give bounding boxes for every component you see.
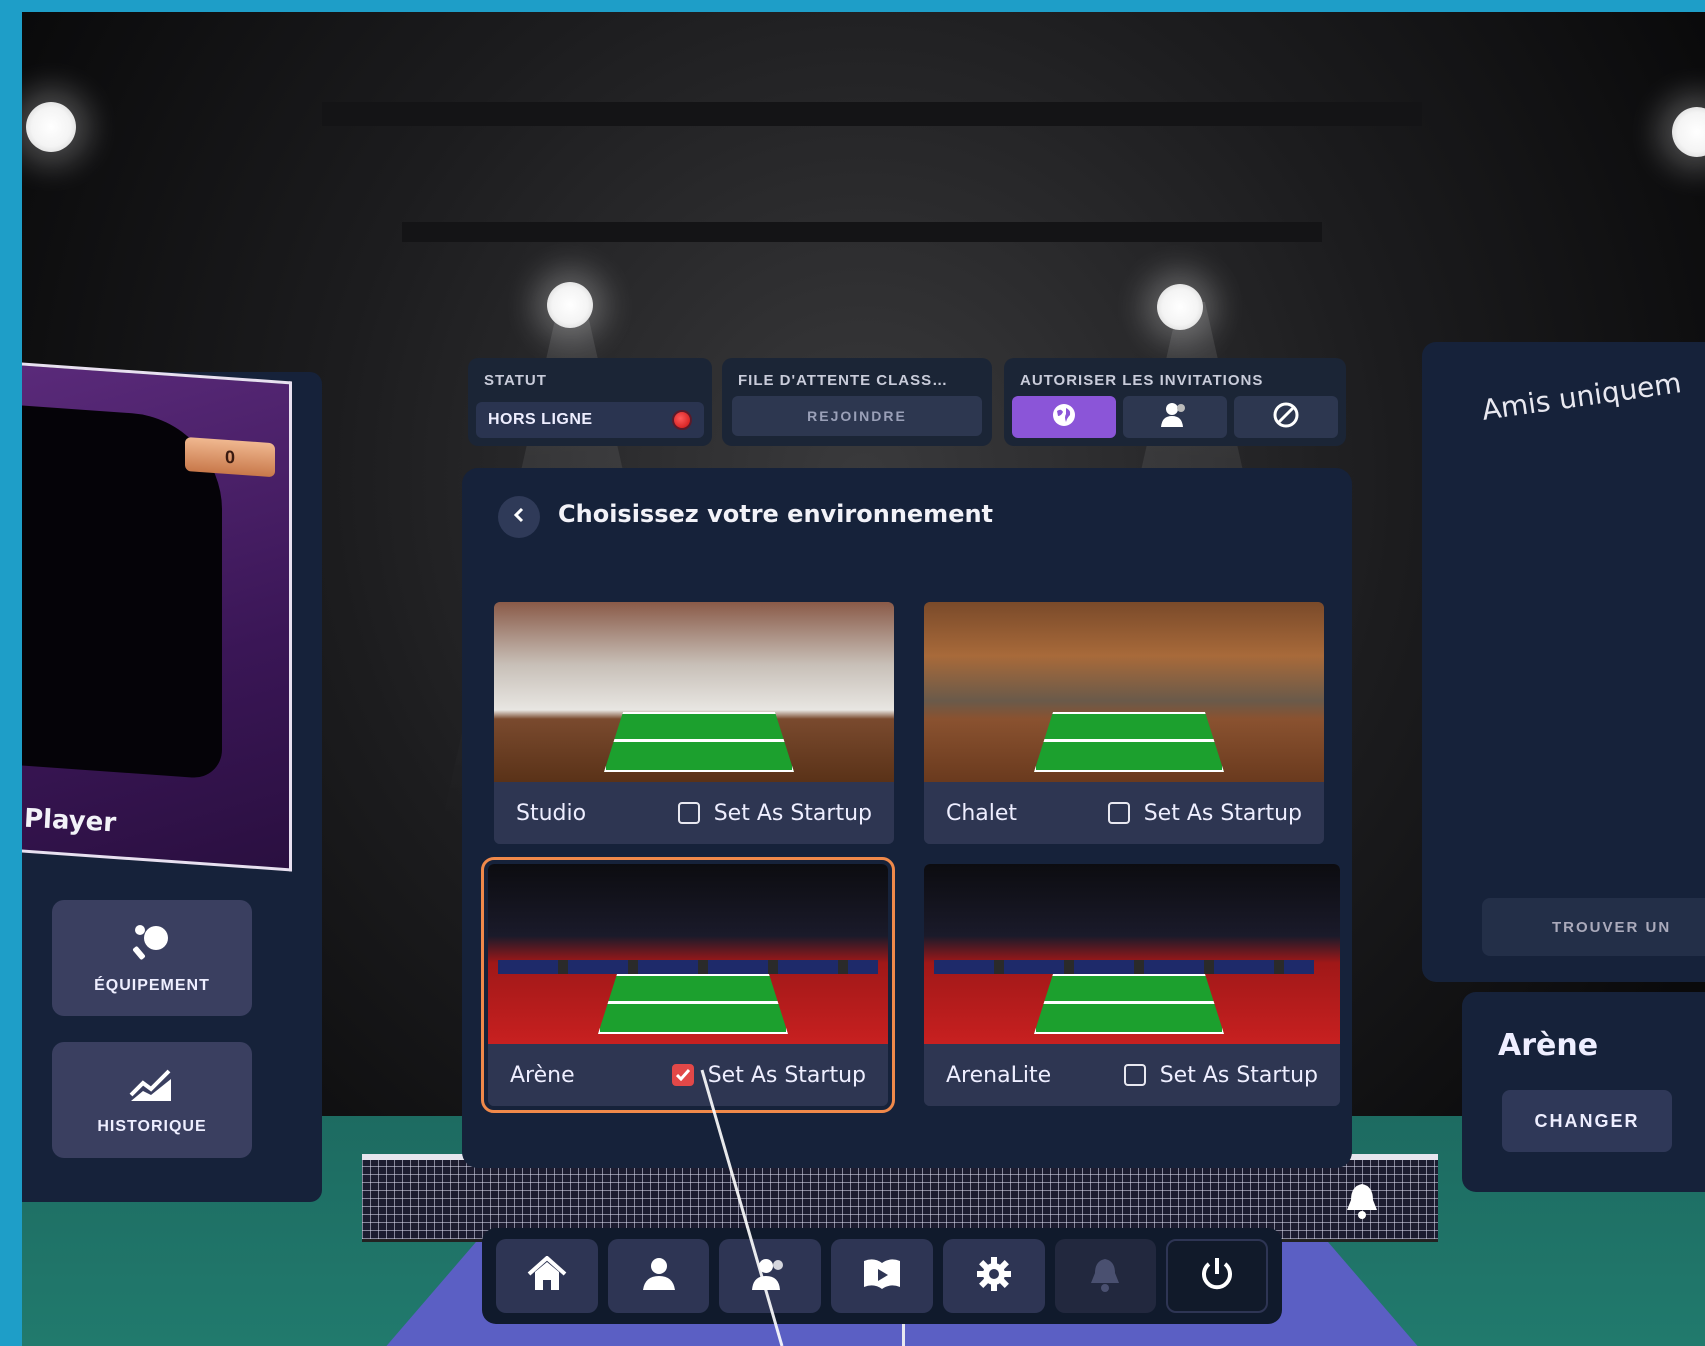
join-queue-button[interactable]: REJOINDRE	[732, 396, 982, 436]
nav-power-button[interactable]	[1166, 1239, 1268, 1313]
spotlight	[547, 282, 593, 328]
equipment-label: ÉQUIPEMENT	[94, 976, 210, 994]
back-button[interactable]	[498, 496, 540, 538]
equipment-button[interactable]: ÉQUIPEMENT	[52, 900, 252, 1016]
set-startup-label: Set As Startup	[707, 1062, 866, 1088]
current-environment-panel: Arène CHANGER	[1462, 992, 1705, 1192]
environment-name: Chalet	[946, 800, 1018, 826]
status-header: STATUT	[484, 372, 547, 389]
invite-everyone-button[interactable]	[1012, 396, 1116, 438]
status-value: HORS LIGNE	[488, 411, 593, 428]
history-button[interactable]: HISTORIQUE	[52, 1042, 252, 1158]
environment-card-arene[interactable]: Arène Set As Startup	[481, 857, 895, 1113]
environment-name: Studio	[516, 800, 587, 826]
ceiling-truss	[322, 102, 1422, 126]
profile-icon	[639, 1256, 679, 1297]
invite-nobody-button[interactable]	[1234, 396, 1338, 438]
chalet-thumbnail	[924, 602, 1324, 782]
invite-header: AUTORISER LES INVITATIONS	[1020, 372, 1264, 389]
ceiling-truss	[402, 222, 1322, 242]
power-icon	[1198, 1255, 1236, 1298]
environment-card-arenalite[interactable]: ArenaLite Set As Startup	[924, 864, 1340, 1106]
studio-thumbnail	[494, 602, 894, 782]
chart-icon	[129, 1065, 175, 1108]
set-startup-toggle[interactable]: Set As Startup	[1123, 1062, 1318, 1088]
environment-card-chalet[interactable]: Chalet Set As Startup	[924, 602, 1324, 844]
nav-friends-button[interactable]	[719, 1239, 822, 1313]
checkbox-icon[interactable]	[1107, 802, 1130, 824]
invite-friends-button[interactable]	[1123, 396, 1227, 438]
history-label: HISTORIQUE	[97, 1117, 207, 1135]
paddle-icon	[130, 922, 174, 967]
settings-icon	[975, 1255, 1013, 1298]
set-startup-label: Set As Startup	[1159, 1062, 1318, 1088]
player-rank-badge: 0	[185, 436, 275, 478]
nav-profile-button[interactable]	[607, 1239, 710, 1313]
change-environment-button[interactable]: CHANGER	[1502, 1090, 1672, 1152]
blocked-icon	[1272, 401, 1300, 434]
globe-icon	[1051, 402, 1077, 433]
environment-name: Arène	[510, 1062, 575, 1088]
friends-title: Amis uniquem	[1479, 366, 1684, 427]
checkbox-icon[interactable]	[677, 802, 700, 824]
nav-settings-button[interactable]	[942, 1239, 1045, 1313]
bottom-nav	[482, 1228, 1282, 1324]
status-dropdown[interactable]: HORS LIGNE	[476, 402, 704, 438]
find-player-button[interactable]: TROUVER UN	[1482, 898, 1705, 956]
environment-card-studio[interactable]: Studio Set As Startup	[494, 602, 894, 844]
spotlight	[26, 102, 76, 152]
checkbox-checked-icon[interactable]	[671, 1064, 694, 1086]
spotlight	[1157, 284, 1203, 330]
arenalite-thumbnail	[924, 864, 1340, 1044]
current-environment-name: Arène	[1498, 1028, 1599, 1063]
panel-title: Choisissez votre environnement	[558, 500, 994, 528]
spotlight	[1672, 107, 1705, 157]
friends-icon	[1160, 401, 1190, 434]
environment-name: ArenaLite	[946, 1062, 1052, 1088]
nav-home-button[interactable]	[496, 1239, 598, 1313]
player-name: Player	[23, 803, 117, 839]
player-card[interactable]: 0	[22, 362, 292, 872]
nav-notifications-button[interactable]	[1054, 1239, 1157, 1313]
set-startup-label: Set As Startup	[1143, 800, 1302, 826]
set-startup-toggle[interactable]: Set As Startup	[677, 800, 872, 826]
friends-panel: Amis uniquem TROUVER UN	[1422, 342, 1705, 982]
home-icon	[527, 1254, 567, 1297]
invite-settings-bar: AUTORISER LES INVITATIONS	[1004, 358, 1346, 446]
set-startup-toggle[interactable]: Set As Startup	[1107, 800, 1302, 826]
friends-icon	[750, 1256, 790, 1297]
status-bar: STATUT HORS LIGNE	[468, 358, 712, 446]
set-startup-toggle[interactable]: Set As Startup	[671, 1062, 866, 1088]
vr-scene: 0 Player ÉQUIPEMENT HISTORIQUE Amis uniq…	[22, 12, 1705, 1346]
offline-indicator-icon	[672, 410, 692, 430]
environment-panel: Choisissez votre environnement Studio Se…	[462, 468, 1352, 1168]
bell-icon[interactable]	[1332, 1170, 1392, 1230]
arena-thumbnail	[488, 864, 888, 1044]
checkbox-icon[interactable]	[1123, 1064, 1146, 1086]
notifications-icon	[1088, 1255, 1122, 1298]
ranked-queue-bar: FILE D'ATTENTE CLASS… REJOINDRE	[722, 358, 992, 446]
nav-tutorial-button[interactable]	[831, 1239, 933, 1313]
set-startup-label: Set As Startup	[713, 800, 872, 826]
tutorial-icon	[862, 1257, 902, 1296]
chevron-left-icon	[512, 507, 526, 528]
queue-header: FILE D'ATTENTE CLASS…	[738, 372, 949, 389]
